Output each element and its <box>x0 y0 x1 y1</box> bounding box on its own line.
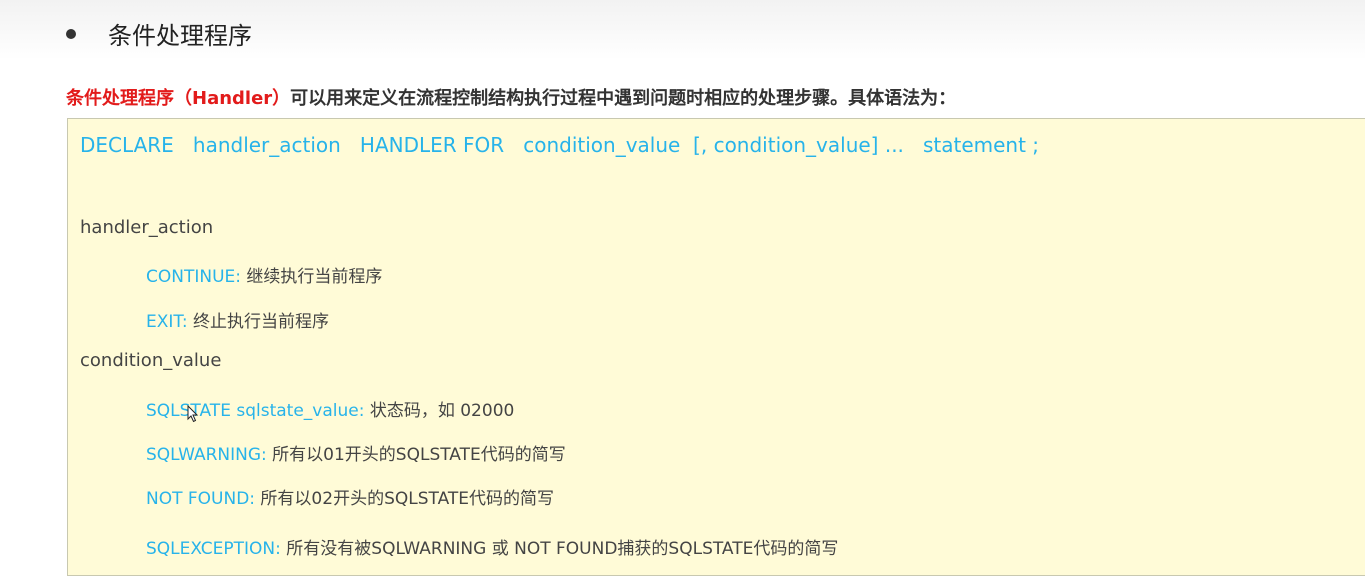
item-exit: EXIT: 终止执行当前程序 <box>146 307 329 332</box>
item-description: 状态码，如 02000 <box>364 401 515 421</box>
item-description: 所有以01开头的SQLSTATE代码的简写 <box>266 445 566 465</box>
heading-text: 条件处理程序 <box>108 22 252 50</box>
item-sqlexception: SQLEXCEPTION: 所有没有被SQLWARNING 或 NOT FOUN… <box>146 534 838 559</box>
intro-text: 可以用来定义在流程控制结构执行过程中遇到问题时相应的处理步骤。具体语法为： <box>290 88 957 109</box>
item-keyword: SQLSTATE sqlstate_value: <box>146 401 365 421</box>
intro-paragraph: 条件处理程序（Handler）可以用来定义在流程控制结构执行过程中遇到问题时相应… <box>66 84 956 110</box>
intro-term: 条件处理程序（Handler） <box>66 88 291 109</box>
slide: 条件处理程序 条件处理程序（Handler）可以用来定义在流程控制结构执行过程中… <box>0 0 1365 577</box>
syntax-line: DECLARE handler_action HANDLER FOR condi… <box>80 133 1040 157</box>
item-sqlstate: SQLSTATE sqlstate_value: 状态码，如 02000 <box>146 396 514 421</box>
item-continue: CONTINUE: 继续执行当前程序 <box>146 262 382 287</box>
item-keyword: NOT FOUND: <box>146 489 256 509</box>
mouse-pointer-icon <box>187 405 199 423</box>
item-not-found: NOT FOUND: 所有以02开头的SQLSTATE代码的简写 <box>146 484 554 509</box>
syntax-box: DECLARE handler_action HANDLER FOR condi… <box>67 118 1365 576</box>
item-description: 继续执行当前程序 <box>241 267 383 287</box>
section-heading: 条件处理程序 <box>66 16 252 51</box>
item-description: 所有以02开头的SQLSTATE代码的简写 <box>255 489 554 509</box>
bullet-icon <box>66 28 76 39</box>
item-keyword: SQLEXCEPTION: <box>146 539 281 559</box>
item-description: 终止执行当前程序 <box>187 312 330 332</box>
item-keyword: EXIT: <box>146 312 188 332</box>
item-keyword: CONTINUE: <box>146 267 241 287</box>
item-sqlwarning: SQLWARNING: 所有以01开头的SQLSTATE代码的简写 <box>146 440 566 465</box>
item-description: 所有没有被SQLWARNING 或 NOT FOUND捕获的SQLSTATE代码… <box>280 539 839 559</box>
condition-value-label: condition_value <box>80 350 222 371</box>
item-keyword: SQLWARNING: <box>146 445 267 465</box>
handler-action-label: handler_action <box>80 217 214 238</box>
